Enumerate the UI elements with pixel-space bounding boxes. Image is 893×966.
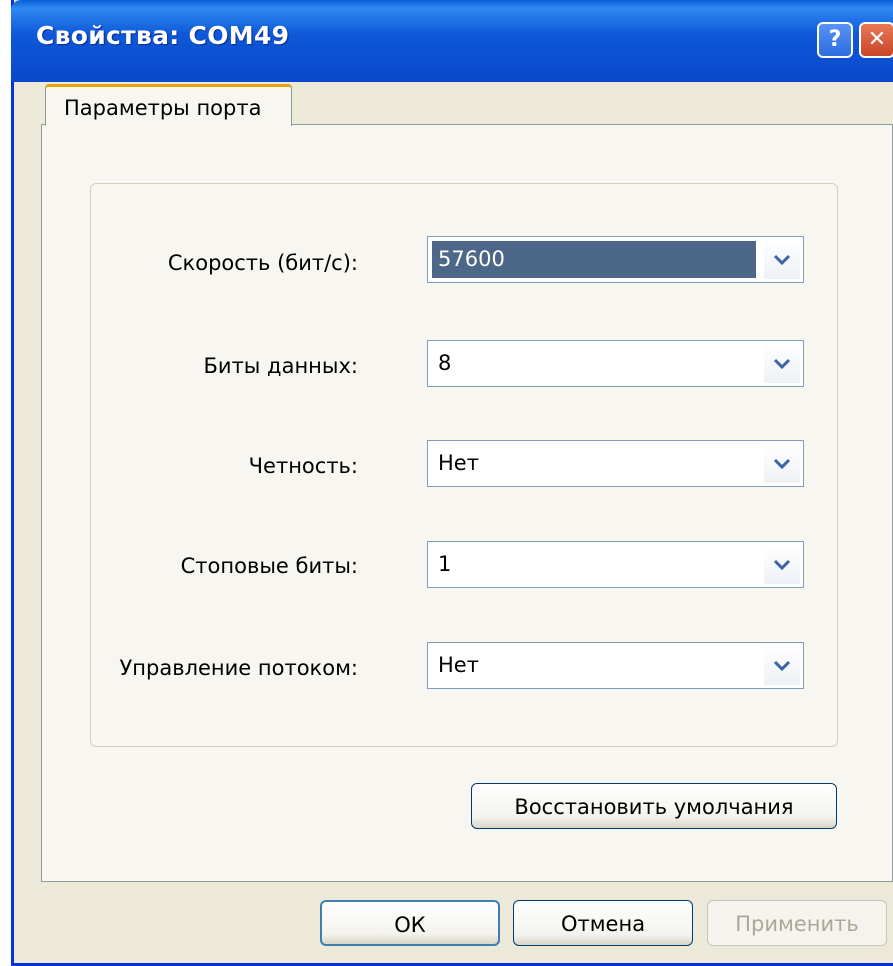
- close-button[interactable]: ✕: [859, 22, 893, 58]
- baud-rate-dropdown[interactable]: 57600: [427, 236, 804, 283]
- flow-control-label: Управление потоком:: [119, 656, 358, 680]
- baud-rate-label: Скорость (бит/с):: [167, 251, 358, 275]
- tab-port-settings[interactable]: Параметры порта: [45, 84, 292, 126]
- chevron-down-icon[interactable]: [764, 240, 800, 279]
- stop-bits-label: Стоповые биты:: [180, 554, 358, 578]
- help-button[interactable]: ?: [817, 22, 853, 58]
- port-settings-group: Скорость (бит/с): 57600 Биты данных: 8 Ч…: [90, 183, 838, 747]
- parity-label: Четность:: [248, 454, 358, 478]
- restore-defaults-button[interactable]: Восстановить умолчания: [471, 783, 837, 829]
- data-bits-value: 8: [438, 351, 452, 375]
- window-titlebar[interactable]: Свойства: COM49 ? ✕: [11, 0, 893, 82]
- cancel-button[interactable]: Отмена: [513, 900, 693, 946]
- tab-port-settings-label: Параметры порта: [64, 96, 262, 120]
- stop-bits-value: 1: [438, 552, 452, 576]
- data-bits-dropdown[interactable]: 8: [427, 340, 804, 387]
- flow-control-dropdown[interactable]: Нет: [427, 642, 804, 689]
- chevron-down-icon[interactable]: [764, 646, 800, 685]
- ok-button[interactable]: ОК: [320, 900, 500, 946]
- parity-dropdown[interactable]: Нет: [427, 440, 804, 487]
- data-bits-label: Биты данных:: [203, 354, 358, 378]
- window-title: Свойства: COM49: [36, 21, 290, 50]
- flow-control-value: Нет: [438, 653, 479, 677]
- chevron-down-icon[interactable]: [764, 444, 800, 483]
- apply-button[interactable]: Применить: [707, 900, 887, 946]
- help-icon: ?: [828, 27, 842, 52]
- parity-value: Нет: [438, 451, 479, 475]
- chevron-down-icon[interactable]: [764, 344, 800, 383]
- chevron-down-icon[interactable]: [764, 545, 800, 584]
- baud-rate-value: 57600: [432, 241, 756, 278]
- stop-bits-dropdown[interactable]: 1: [427, 541, 804, 588]
- close-icon: ✕: [867, 27, 887, 52]
